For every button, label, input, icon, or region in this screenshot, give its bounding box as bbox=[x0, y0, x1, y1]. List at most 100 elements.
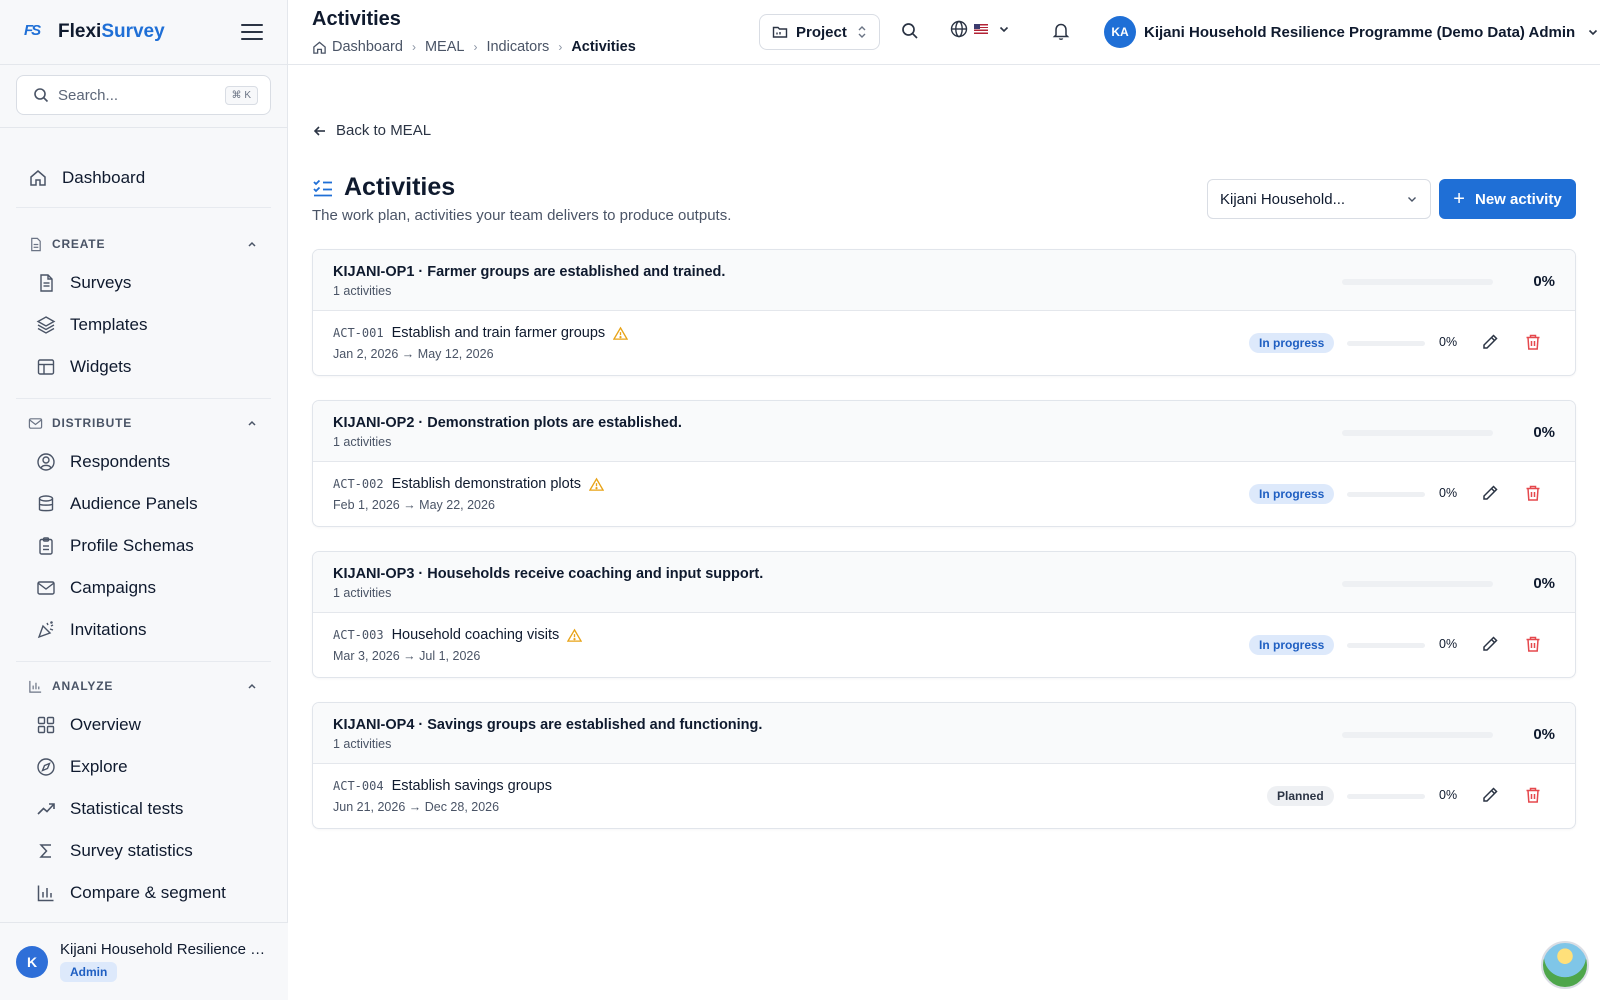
sidebar-item-audience-panels[interactable]: Audience Panels bbox=[16, 483, 271, 525]
output-group-header[interactable]: KIJANI-OP2 · Demonstration plots are est… bbox=[313, 401, 1575, 462]
trash-icon[interactable] bbox=[1524, 333, 1542, 351]
sidebar-search: Search... ⌘ K bbox=[0, 65, 287, 128]
group-progress-percent: 0% bbox=[1533, 575, 1555, 592]
sidebar-item-widgets[interactable]: Widgets bbox=[16, 346, 271, 388]
sidebar-item-respondents[interactable]: Respondents bbox=[16, 441, 271, 483]
group-progress-percent: 0% bbox=[1533, 273, 1555, 290]
activity-row[interactable]: ACT-002 Establish demonstration plots Fe… bbox=[313, 462, 1575, 526]
chevron-up-icon bbox=[248, 683, 256, 689]
footer-user-name: Kijani Household Resilience Pr... bbox=[60, 941, 274, 958]
breadcrumb-separator: › bbox=[473, 40, 478, 54]
sidebar-item-surveys[interactable]: Surveys bbox=[16, 262, 271, 304]
layers-icon bbox=[36, 316, 56, 334]
activity-progress-bar bbox=[1347, 643, 1425, 648]
sidebar-item-label: Compare & segment bbox=[70, 883, 226, 902]
chevron-down-icon bbox=[999, 26, 1009, 33]
breadcrumb-meal[interactable]: MEAL bbox=[425, 39, 465, 55]
sidebar-item-compare-segment[interactable]: Compare & segment bbox=[16, 872, 271, 914]
sidebar-item-label: Campaigns bbox=[70, 578, 156, 597]
sidebar-item-label: Dashboard bbox=[62, 168, 146, 187]
sidebar-item-statistical-tests[interactable]: Statistical tests bbox=[16, 788, 271, 830]
activity-heading: ACT-002 Establish demonstration plots bbox=[333, 476, 1555, 492]
outcome-filter-select[interactable]: Kijani Household... bbox=[1207, 179, 1431, 219]
section-create-title: CREATE bbox=[52, 237, 106, 251]
trash-icon[interactable] bbox=[1524, 484, 1542, 502]
section-divider bbox=[16, 398, 271, 399]
group-progress-bar bbox=[1342, 581, 1493, 587]
output-group-count: 1 activities bbox=[333, 737, 392, 751]
sidebar-item-templates[interactable]: Templates bbox=[16, 304, 271, 346]
activity-name: Establish savings groups bbox=[391, 778, 552, 794]
output-group-header[interactable]: KIJANI-OP3 · Households receive coaching… bbox=[313, 552, 1575, 613]
back-link-label: Back to MEAL bbox=[336, 122, 432, 139]
sidebar-user-footer[interactable]: K Kijani Household Resilience Pr... Admi… bbox=[0, 922, 288, 1000]
footer-user-info: Kijani Household Resilience Pr... Admin bbox=[60, 941, 274, 982]
top-header: Activities Dashboard › MEAL › Indicators… bbox=[288, 0, 1600, 65]
new-activity-button[interactable]: + New activity bbox=[1439, 179, 1576, 219]
brand-name-prefix: Flexi bbox=[58, 21, 102, 42]
chevron-up-down-icon bbox=[858, 26, 866, 38]
brand-name-suffix: Survey bbox=[101, 21, 165, 42]
trash-icon[interactable] bbox=[1524, 635, 1542, 653]
search-icon bbox=[34, 88, 49, 103]
header-title: Activities bbox=[312, 8, 401, 30]
grid-icon bbox=[37, 716, 55, 734]
sidebar-item-explore[interactable]: Explore bbox=[16, 746, 271, 788]
activity-row[interactable]: ACT-003 Household coaching visits Mar 3,… bbox=[313, 613, 1575, 677]
output-group-card: KIJANI-OP4 · Savings groups are establis… bbox=[312, 702, 1576, 829]
status-badge: In progress bbox=[1249, 333, 1335, 353]
breadcrumb-dashboard[interactable]: Dashboard bbox=[332, 39, 403, 55]
user-menu[interactable]: KA Kijani Household Resilience Programme… bbox=[1104, 16, 1599, 48]
pencil-icon[interactable] bbox=[1481, 484, 1499, 502]
bell-icon[interactable] bbox=[1051, 21, 1071, 41]
breadcrumb: Dashboard › MEAL › Indicators › Activiti… bbox=[312, 39, 636, 55]
trash-icon[interactable] bbox=[1524, 786, 1542, 804]
activity-progress-bar bbox=[1347, 341, 1425, 346]
home-icon bbox=[313, 40, 326, 54]
breadcrumb-indicators[interactable]: Indicators bbox=[486, 39, 549, 55]
activity-progress-bar bbox=[1347, 492, 1425, 497]
globe-icon bbox=[950, 20, 968, 38]
page-title-row: Activities bbox=[312, 173, 455, 202]
sidebar-item-label: Invitations bbox=[70, 620, 147, 639]
activity-dates: Jan 2, 2026 → May 12, 2026 bbox=[333, 347, 494, 361]
sidebar-item-overview[interactable]: Overview bbox=[16, 704, 271, 746]
output-group-header[interactable]: KIJANI-OP4 · Savings groups are establis… bbox=[313, 703, 1575, 764]
group-progress-percent: 0% bbox=[1533, 726, 1555, 743]
section-distribute[interactable]: DISTRIBUTE bbox=[16, 413, 271, 433]
sidebar-item-profile-schemas[interactable]: Profile Schemas bbox=[16, 525, 271, 567]
activity-row[interactable]: ACT-004 Establish savings groups Jun 21,… bbox=[313, 764, 1575, 828]
section-create[interactable]: CREATE bbox=[16, 234, 271, 254]
search-input[interactable]: Search... ⌘ K bbox=[16, 75, 271, 115]
sidebar-item-invitations[interactable]: Invitations bbox=[16, 609, 271, 651]
status-badge: Planned bbox=[1267, 786, 1334, 806]
hamburger-icon[interactable] bbox=[241, 24, 263, 40]
activity-row[interactable]: ACT-001 Establish and train farmer group… bbox=[313, 311, 1575, 375]
brand-name: FlexiSurvey bbox=[58, 21, 165, 43]
search-icon[interactable] bbox=[901, 22, 919, 40]
activity-dates: Feb 1, 2026 → May 22, 2026 bbox=[333, 498, 495, 512]
sidebar-item-survey-statistics[interactable]: Survey statistics bbox=[16, 830, 271, 872]
sidebar-item-dashboard[interactable]: Dashboard bbox=[16, 153, 271, 208]
sidebar-item-campaigns[interactable]: Campaigns bbox=[16, 567, 271, 609]
pencil-icon[interactable] bbox=[1481, 333, 1499, 351]
back-to-meal-link[interactable]: Back to MEAL bbox=[312, 122, 431, 139]
flexisurvey-logo-icon: FS bbox=[24, 22, 41, 39]
output-group-count: 1 activities bbox=[333, 586, 392, 600]
sigma-icon bbox=[39, 844, 51, 858]
pencil-icon[interactable] bbox=[1481, 786, 1499, 804]
role-badge: Admin bbox=[60, 962, 118, 982]
pencil-icon[interactable] bbox=[1481, 635, 1499, 653]
sidebar-item-label: Explore bbox=[70, 757, 128, 776]
chevron-up-icon bbox=[248, 420, 256, 426]
assistant-avatar-icon[interactable] bbox=[1541, 941, 1589, 989]
section-analyze[interactable]: ANALYZE bbox=[16, 676, 271, 696]
output-group-card: KIJANI-OP3 · Households receive coaching… bbox=[312, 551, 1576, 678]
output-group-header[interactable]: KIJANI-OP1 · Farmer groups are establish… bbox=[313, 250, 1575, 311]
us-flag-icon bbox=[974, 24, 988, 34]
arrow-left-icon bbox=[313, 125, 325, 136]
language-switcher[interactable] bbox=[950, 20, 1010, 38]
user-circle-icon bbox=[37, 453, 55, 471]
project-switcher[interactable]: Project bbox=[759, 14, 880, 50]
envelope-icon bbox=[37, 581, 55, 595]
